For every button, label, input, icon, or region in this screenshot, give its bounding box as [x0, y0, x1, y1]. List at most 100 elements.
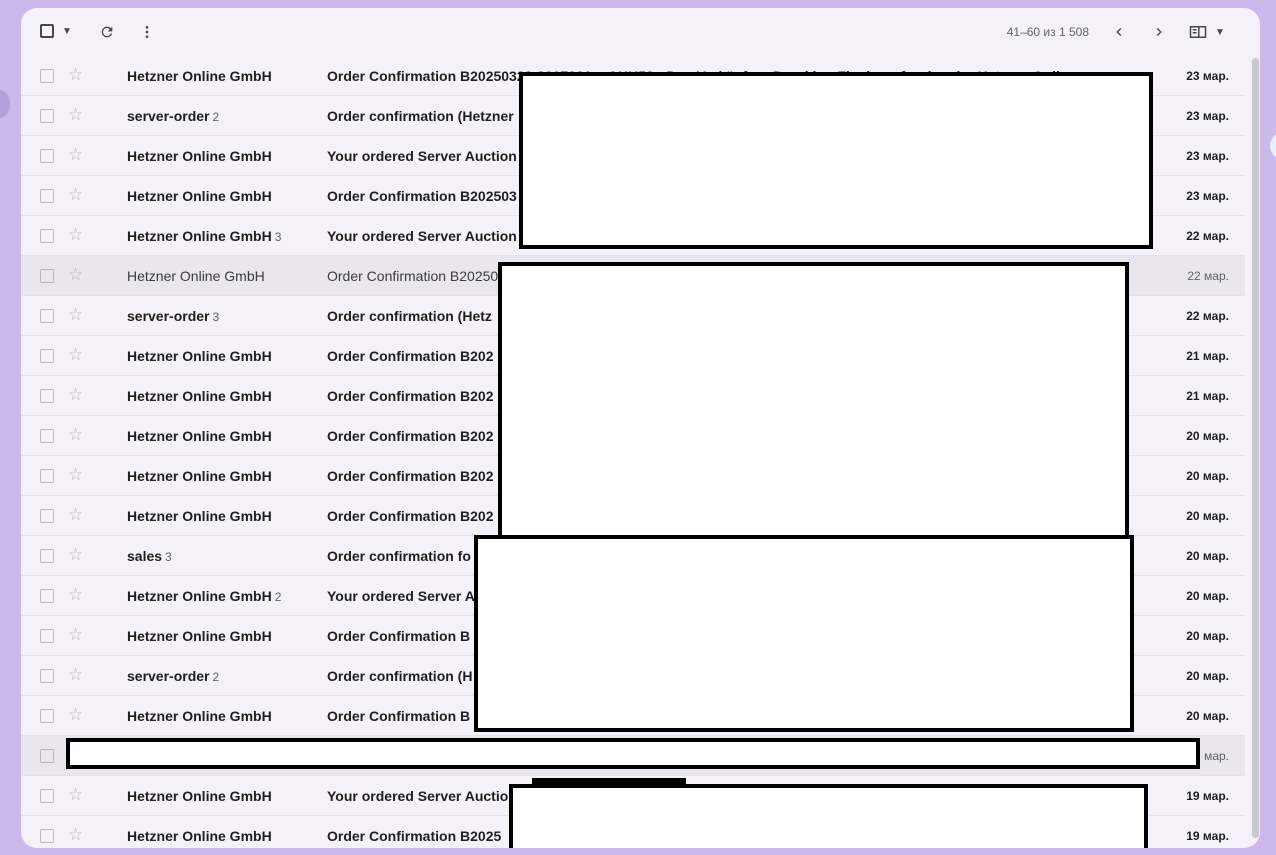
row-checkbox[interactable]	[40, 189, 54, 203]
email-date: 22 мар.	[1186, 229, 1229, 243]
email-subject: Order confirmation (Hetzner	[327, 108, 514, 124]
star-icon[interactable]: ☆	[68, 466, 83, 484]
split-pane-toggle[interactable]: ▼	[1189, 22, 1225, 42]
scrollbar-thumb[interactable]	[1252, 58, 1259, 838]
row-checkbox[interactable]	[40, 509, 54, 523]
select-all-control[interactable]: ▼	[40, 24, 72, 38]
row-checkbox[interactable]	[40, 709, 54, 723]
sender-name: server-order	[127, 108, 210, 124]
sender-name: Hetzner Online GmbH	[127, 148, 272, 164]
row-checkbox[interactable]	[40, 589, 54, 603]
row-checkbox[interactable]	[40, 229, 54, 243]
email-subject: Order confirmation (Hetz	[327, 308, 492, 324]
caret-down-icon[interactable]: ▼	[62, 26, 72, 37]
email-date: мар.	[1204, 749, 1229, 763]
email-subject: Order Confirmation B	[327, 628, 471, 644]
chevron-right-icon	[1156, 28, 1162, 36]
thread-count: 3	[274, 230, 282, 244]
star-icon[interactable]: ☆	[68, 626, 83, 644]
star-icon[interactable]: ☆	[68, 546, 83, 564]
email-subject: Order Confirmation B2025	[327, 828, 502, 844]
email-date: 20 мар.	[1186, 589, 1229, 603]
email-date: 22 мар.	[1186, 309, 1229, 323]
row-checkbox[interactable]	[40, 349, 54, 363]
star-icon[interactable]: ☆	[68, 826, 83, 844]
email-date: 20 мар.	[1186, 629, 1229, 643]
email-date: 20 мар.	[1186, 709, 1229, 723]
star-icon[interactable]: ☆	[68, 426, 83, 444]
star-icon[interactable]: ☆	[68, 346, 83, 364]
email-date: 20 мар.	[1186, 429, 1229, 443]
row-checkbox[interactable]	[40, 389, 54, 403]
sender-name: Hetzner Online GmbH	[127, 788, 272, 804]
email-subject: Your ordered Server A	[327, 588, 475, 604]
row-checkbox[interactable]	[40, 469, 54, 483]
refresh-icon	[101, 26, 113, 38]
email-sender: Hetzner Online GmbH 2	[127, 588, 281, 604]
sender-name: Hetzner Online GmbH	[127, 228, 272, 244]
refresh-button[interactable]	[97, 22, 117, 42]
email-subject: Order Confirmation B202503	[327, 188, 517, 204]
star-icon[interactable]: ☆	[68, 386, 83, 404]
email-sender: Hetzner Online GmbH	[127, 188, 275, 204]
prev-page-button[interactable]	[1109, 22, 1129, 42]
email-sender: Hetzner Online GmbH	[127, 388, 275, 404]
email-sender: server-order 2	[127, 668, 219, 684]
row-checkbox[interactable]	[40, 69, 54, 83]
sender-name: Hetzner Online GmbH	[127, 708, 272, 724]
star-icon[interactable]: ☆	[68, 666, 83, 684]
row-checkbox[interactable]	[40, 629, 54, 643]
sender-name: Hetzner Online GmbH	[127, 588, 272, 604]
row-checkbox[interactable]	[40, 829, 54, 843]
redaction-box	[509, 784, 1148, 848]
side-panel-toggle[interactable]	[1270, 132, 1276, 160]
star-icon[interactable]: ☆	[68, 266, 83, 284]
row-checkbox[interactable]	[40, 269, 54, 283]
row-checkbox[interactable]	[40, 149, 54, 163]
email-date: 23 мар.	[1186, 189, 1229, 203]
star-icon[interactable]: ☆	[68, 306, 83, 324]
redaction-box	[474, 535, 1134, 732]
side-panel-edge	[0, 90, 10, 118]
redaction-box	[66, 738, 1200, 769]
row-checkbox[interactable]	[40, 109, 54, 123]
toolbar: ▼ 41–60 из 1 508 ▼	[21, 8, 1260, 56]
more-actions-button[interactable]	[137, 22, 157, 42]
star-icon[interactable]: ☆	[68, 186, 83, 204]
star-icon[interactable]: ☆	[68, 506, 83, 524]
star-icon[interactable]: ☆	[68, 226, 83, 244]
email-sender: Hetzner Online GmbH	[127, 148, 275, 164]
row-checkbox[interactable]	[40, 789, 54, 803]
star-icon[interactable]: ☆	[68, 706, 83, 724]
email-subject: Order Confirmation B202	[327, 428, 494, 444]
sender-name: Hetzner Online GmbH	[127, 188, 272, 204]
email-sender: sales 3	[127, 548, 172, 564]
star-icon[interactable]: ☆	[68, 146, 83, 164]
next-page-button[interactable]	[1149, 22, 1169, 42]
email-subject: Order Confirmation B202	[327, 388, 494, 404]
star-icon[interactable]: ☆	[68, 586, 83, 604]
thread-count: 2	[212, 110, 220, 124]
sender-name: Hetzner Online GmbH	[127, 268, 265, 284]
star-icon[interactable]: ☆	[68, 106, 83, 124]
sender-name: server-order	[127, 668, 210, 684]
star-icon[interactable]: ☆	[68, 66, 83, 84]
scrollbar[interactable]	[1251, 56, 1259, 848]
redaction-box	[519, 72, 1153, 249]
email-date: 20 мар.	[1186, 509, 1229, 523]
row-checkbox[interactable]	[40, 669, 54, 683]
email-sender: Hetzner Online GmbH	[127, 508, 275, 524]
email-subject: Order Confirmation B20250	[327, 268, 499, 284]
email-sender: Hetzner Online GmbH	[127, 268, 268, 284]
email-date: 23 мар.	[1186, 109, 1229, 123]
redaction-box	[498, 262, 1129, 540]
row-checkbox[interactable]	[40, 549, 54, 563]
star-icon[interactable]: ☆	[68, 786, 83, 804]
sender-name: server-order	[127, 308, 210, 324]
caret-down-icon[interactable]: ▼	[1215, 27, 1225, 38]
row-checkbox[interactable]	[40, 429, 54, 443]
checkbox-icon[interactable]	[40, 24, 54, 38]
row-checkbox[interactable]	[40, 309, 54, 323]
row-checkbox[interactable]	[40, 749, 54, 763]
email-subject: Order Confirmation B202	[327, 468, 494, 484]
